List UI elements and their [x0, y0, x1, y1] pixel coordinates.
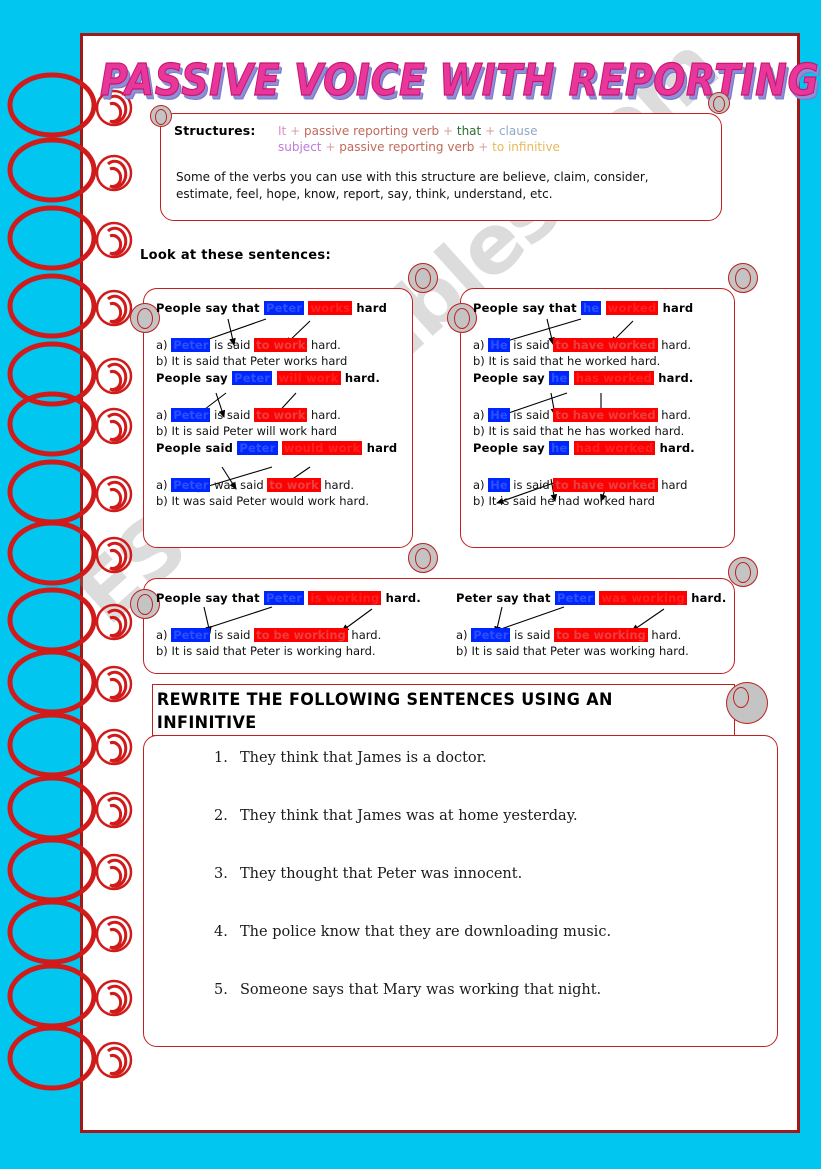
example-answer-a: a) Peter is said to be working hard. [456, 628, 682, 642]
worksheet-page: ESLprintables.com [0, 0, 821, 1169]
example-header: People said Peter would work hard [156, 441, 398, 455]
item-number: 3. [214, 866, 228, 882]
examples-box-right: People say that he worked hard a) He is … [447, 263, 758, 548]
example-answer-b: b) It is said that Peter works hard [156, 354, 348, 368]
example-answer-a: a) Peter is said to be working hard. [156, 628, 382, 642]
look-at-sentences-label: Look at these sentences: [140, 248, 331, 263]
example-answer-a: a) He is said to have worked hard [473, 478, 688, 492]
exercise-list-box: 1. They think that James is a doctor. 2.… [143, 735, 778, 1047]
highlight-blue: Peter [264, 591, 305, 605]
highlight-blue: he [581, 301, 602, 315]
scroll-curl-icon [726, 682, 768, 724]
highlight-red: would work [281, 441, 363, 455]
rewrite-instruction-box: REWRITE THE FOLLOWING SENTENCES USING AN… [152, 684, 735, 755]
example-header: People say that Peter works hard [156, 301, 388, 315]
highlight-red: will work [276, 371, 341, 385]
highlight-blue: Peter [471, 628, 511, 642]
highlight-red: works [308, 301, 353, 315]
highlight-red: has worked [573, 371, 655, 385]
highlight-blue: Peter [171, 338, 211, 352]
item-text: They think that James was at home yester… [240, 808, 578, 824]
item-text: Someone says that Mary was working that … [240, 982, 602, 998]
list-item: 1. They think that James is a doctor. [214, 750, 777, 766]
highlight-blue: He [488, 338, 510, 352]
example-header: People say Peter will work hard. [156, 371, 381, 385]
example-answer-b: b) It is said that he has worked hard. [473, 424, 685, 438]
highlight-blue: Peter [232, 371, 273, 385]
example-answer-a: a) Peter is said to work hard. [156, 408, 341, 422]
highlight-red: to work [254, 408, 308, 422]
structures-label: Structures: [174, 123, 256, 138]
bottom-example-right: Peter say that Peter was working hard. a… [456, 589, 746, 659]
example-answer-a: a) He is said to have worked hard. [473, 338, 692, 352]
highlight-red: to work [254, 338, 308, 352]
item-text: They thought that Peter was innocent. [240, 866, 523, 882]
item-number: 1. [214, 750, 228, 766]
highlight-blue: He [488, 478, 510, 492]
list-item: 5. Someone says that Mary was working th… [214, 982, 777, 998]
highlight-blue: Peter [554, 591, 596, 605]
highlight-blue: Peter [171, 628, 211, 642]
highlight-blue: Peter [264, 301, 305, 315]
highlight-red: had worked [573, 441, 656, 455]
highlight-blue: He [488, 408, 510, 422]
highlight-red: to be working [554, 628, 648, 642]
structure-line-1: It + passive reporting verb + that + cla… [278, 124, 538, 138]
example-header: People say he has worked hard. [473, 371, 694, 385]
example-answer-b: b) It is said that he worked hard. [473, 354, 661, 368]
highlight-red: to have worked [553, 338, 658, 352]
examples-box-bottom: People say that Peter is working hard. a… [130, 557, 758, 674]
highlight-blue: he [549, 441, 570, 455]
list-item: 2. They think that James was at home yes… [214, 808, 777, 824]
example-header: People say he had worked hard. [473, 441, 695, 455]
item-number: 2. [214, 808, 228, 824]
example-answer-a: a) Peter is said to work hard. [156, 338, 341, 352]
page-title: PASSIVE VOICE WITH REPORTING VERBS 3 [100, 54, 821, 106]
highlight-blue: Peter [171, 478, 211, 492]
example-answer-b: b) It is said that Peter is working hard… [156, 644, 376, 658]
highlight-red: to have worked [553, 408, 658, 422]
example-answer-b: b) It is said he had worked hard [473, 494, 655, 508]
example-header: Peter say that Peter was working hard. [456, 591, 727, 605]
scroll-curl-icon [728, 557, 758, 587]
example-answer-b: b) It was said Peter would work hard. [156, 494, 370, 508]
examples-right-content: People say that he worked hard a) He is … [461, 289, 734, 547]
item-number: 4. [214, 924, 228, 940]
example-header: People say that he worked hard [473, 301, 694, 315]
example-answer-b: b) It is said that Peter was working har… [456, 644, 689, 658]
example-answer-b: b) It is said Peter will work hard [156, 424, 337, 438]
structures-box: Structures: It + passive reporting verb … [150, 92, 730, 221]
structures-formulas: It + passive reporting verb + that + cla… [278, 123, 560, 155]
structure-line-2: subject + passive reporting verb + to in… [278, 140, 560, 154]
examples-left-content: People say that Peter works hard a) Pete… [144, 289, 412, 547]
item-text: They think that James is a doctor. [240, 750, 487, 766]
highlight-blue: Peter [237, 441, 278, 455]
example-answer-a: a) Peter was said to work hard. [156, 478, 355, 492]
item-text: The police know that they are downloadin… [240, 924, 612, 940]
bottom-example-left: People say that Peter is working hard. a… [156, 589, 446, 659]
highlight-red: to be working [254, 628, 348, 642]
scroll-curl-icon [150, 105, 172, 127]
highlight-red: worked [605, 301, 659, 315]
highlight-red: to have worked [553, 478, 658, 492]
exercise-list: 1. They think that James is a doctor. 2.… [144, 736, 777, 998]
highlight-blue: Peter [171, 408, 211, 422]
structures-note: Some of the verbs you can use with this … [176, 170, 649, 201]
list-item: 4. The police know that they are downloa… [214, 924, 777, 940]
example-answer-a: a) He is said to have worked hard. [473, 408, 692, 422]
examples-box-left: People say that Peter works hard a) Pete… [130, 263, 438, 573]
highlight-red: is working [308, 591, 382, 605]
highlight-blue: he [549, 371, 570, 385]
item-number: 5. [214, 982, 228, 998]
highlight-red: to work [267, 478, 321, 492]
list-item: 3. They thought that Peter was innocent. [214, 866, 777, 882]
scroll-curl-icon [408, 263, 438, 293]
scroll-curl-icon [408, 543, 438, 573]
scroll-curl-icon [708, 92, 730, 114]
example-header: People say that Peter is working hard. [156, 591, 421, 605]
highlight-red: was working [599, 591, 687, 605]
